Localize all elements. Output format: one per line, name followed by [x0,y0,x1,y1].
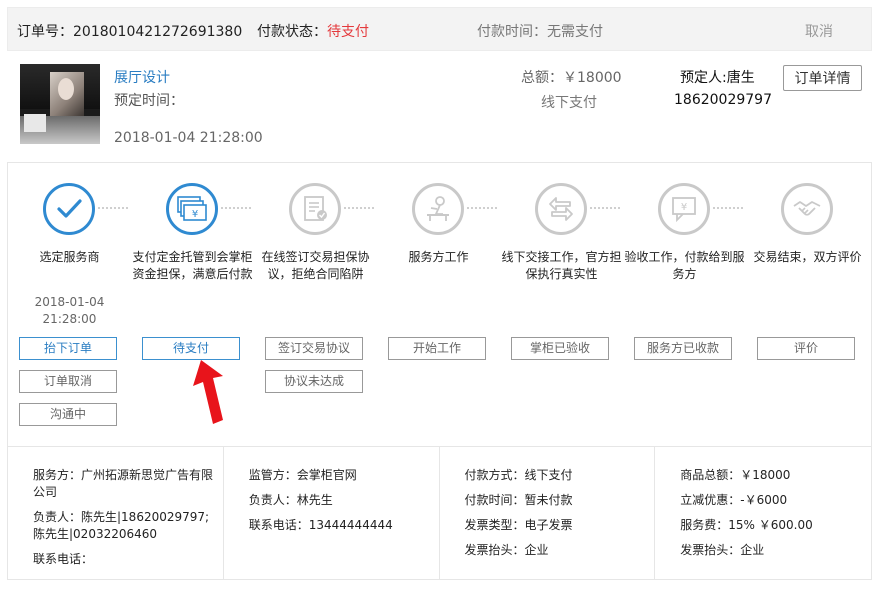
contract-icon [289,183,341,235]
supervisor-contact: 负责人：林先生 [248,493,333,507]
step-connector [98,207,128,209]
payment-status-value: 待支付 [327,24,369,40]
invoice-type: 发票类型：电子发票 [464,518,573,532]
price-info: 商品总额：￥18000 立减优惠：-￥6000 服务费：15% ￥600.00 … [655,447,871,579]
exchange-icon [535,183,587,235]
step-label: 在线签订交易担保协议，拒绝合同陷阱 [261,250,370,281]
provider-received-button[interactable]: 服务方已收款 [634,337,732,360]
payment-status-label: 付款状态： [257,24,327,40]
order-header-bar: 订单号：2018010421272691380 付款状态：待支付 付款时间：无需… [7,7,872,51]
goods-total: 商品总额：￥18000 [680,468,791,482]
booking-time: 2018-01-04 21:28:00 [114,130,263,146]
step-label: 选定服务商 [39,250,100,264]
step-connector [221,207,251,209]
discount: 立减优惠：-￥6000 [680,493,788,507]
cancel-link[interactable]: 取消 [805,21,833,41]
step-label: 支付定金托管到会掌柜资金担保，满意后付款 [132,250,253,281]
step-connector [590,207,620,209]
sign-agreement-button[interactable]: 签订交易协议 [265,337,363,360]
supervisor-name: 监管方：会掌柜官网 [248,468,357,482]
product-title[interactable]: 展厅设计 [114,67,170,87]
step-label: 验收工作，付款给到服务方 [624,250,745,281]
payment-time-info: 付款时间：暂未付款 [464,493,573,507]
order-total: 总额：￥18000 [521,70,622,86]
worker-icon [412,183,464,235]
provider-info: 服务方：广州拓源新思觉广告有限公司 负责人：陈先生|18620029797;陈先… [8,447,224,579]
provider-contact: 负责人：陈先生|18620029797;陈先生|02032206460 [33,510,210,541]
red-arrow-pointer-icon [193,360,223,424]
supervisor-info: 监管方：会掌柜官网 负责人：林先生 联系电话：13444444444 [224,447,440,579]
step-connector [344,207,374,209]
review-button[interactable]: 评价 [757,337,855,360]
service-fee: 服务费：15% ￥600.00 [680,518,813,532]
step-connector [467,207,497,209]
step-label: 线下交接工作，官方担保执行真实性 [501,250,622,281]
handshake-icon [781,183,833,235]
order-info-panel: 服务方：广州拓源新思觉广告有限公司 负责人：陈先生|18620029797;陈先… [7,446,872,580]
communicating-button[interactable]: 沟通中 [19,403,117,426]
step-connector [713,207,743,209]
provider-phone: 联系电话： [33,552,94,566]
supervisor-phone: 联系电话：13444444444 [248,518,393,532]
agreement-not-reached-button[interactable]: 协议未达成 [265,370,363,393]
order-progress-steps: 选定服务商 2018-01-04 21:28:00 抬下订单 订单取消 沟通中 … [7,162,872,446]
payment-method-info: 付款方式：线下支付 [464,468,573,482]
payment-info: 付款方式：线下支付 付款时间：暂未付款 发票类型：电子发票 发票抬头：企业 [440,447,656,579]
payment-icon: ¥ [658,183,710,235]
payment-time: 付款时间：无需支付 [477,24,603,40]
payment-status: 付款状态：待支付 [257,21,369,41]
provider-name: 服务方：广州拓源新思觉广告有限公司 [33,468,214,499]
pending-payment-button[interactable]: 待支付 [142,337,240,360]
step-date: 2018-01-04 21:28:00 [34,295,105,326]
invoice-title: 发票抬头：企业 [464,543,549,557]
booker-phone: 18620029797 [674,92,772,108]
invoice-title-2: 发票抬头：企业 [680,543,765,557]
product-thumbnail[interactable] [20,64,100,144]
svg-text:¥: ¥ [192,209,198,220]
booker-name: 预定人:唐生 [680,70,755,86]
step-label: 交易结束，双方评价 [753,250,862,264]
payment-method: 线下支付 [541,95,597,111]
booking-time-label: 预定时间： [114,93,184,109]
cancel-order-button[interactable]: 订单取消 [19,370,117,393]
place-order-button[interactable]: 抬下订单 [19,337,117,360]
order-number: 订单号：2018010421272691380 [17,24,243,40]
check-icon [43,183,95,235]
svg-text:¥: ¥ [681,202,687,213]
order-summary: 展厅设计 预定时间： 2018-01-04 21:28:00 总额：￥18000… [7,52,872,160]
order-detail-button[interactable]: 订单详情 [783,65,862,91]
accepted-button[interactable]: 掌柜已验收 [511,337,609,360]
step-label: 服务方工作 [408,250,469,264]
money-yen-icon: ¥ [166,183,218,235]
start-work-button[interactable]: 开始工作 [388,337,486,360]
